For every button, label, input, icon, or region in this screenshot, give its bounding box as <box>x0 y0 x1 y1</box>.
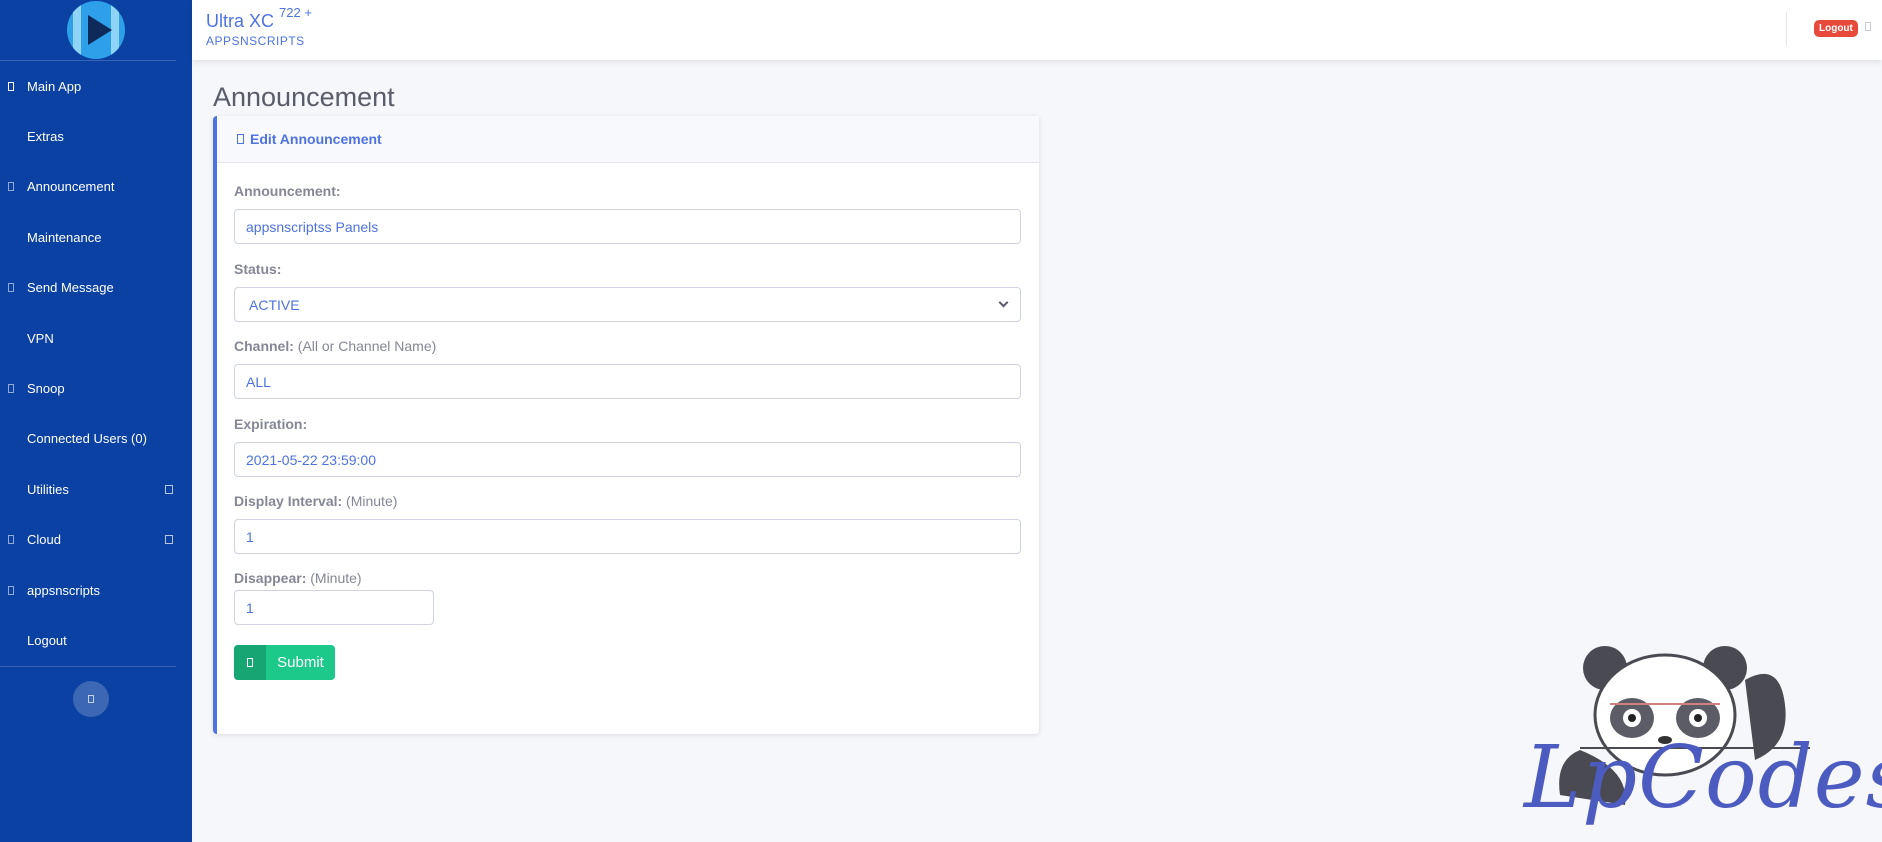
sidebar-item-extras[interactable]: Extras <box>0 111 192 161</box>
sidebar-item-utilities[interactable]: Utilities <box>0 464 192 514</box>
sidebar-nav: Main App Extras Announcement Maintenance… <box>0 61 192 666</box>
sidebar-item-label: Main App <box>27 78 82 94</box>
eye-icon <box>8 384 14 394</box>
sidebar-item-logout[interactable]: Logout <box>0 615 192 665</box>
app-version: 722 + <box>279 5 312 20</box>
list-icon <box>8 81 14 91</box>
sidebar-item-label: Utilities <box>27 481 69 497</box>
announcement-label: Announcement: <box>234 183 341 199</box>
status-label: Status: <box>234 261 281 277</box>
sidebar-item-maintenance[interactable]: Maintenance <box>0 212 192 262</box>
chevron-down-icon <box>998 297 1009 308</box>
sign-out-icon[interactable] <box>1865 22 1871 31</box>
disappear-label-text: Disappear: <box>234 570 307 586</box>
bullhorn-icon <box>8 182 14 192</box>
expiration-label: Expiration: <box>234 416 307 432</box>
announcement-input[interactable]: appsnscriptss Panels <box>234 209 1021 244</box>
sidebar-item-label: Connected Users (0) <box>27 431 147 447</box>
display-interval-label-text: Display Interval: <box>234 493 343 509</box>
channel-label-text: Channel: <box>234 338 294 354</box>
sidebar-item-announcement[interactable]: Announcement <box>0 162 192 212</box>
play-icon <box>88 15 112 45</box>
app-title[interactable]: Ultra XC 722 + <box>206 5 312 32</box>
chevron-right-icon <box>165 535 173 545</box>
edit-announcement-card: Edit Announcement Announcement: appsnscr… <box>213 116 1039 734</box>
disappear-label: Disappear: (Minute) <box>234 570 362 586</box>
topbar-divider <box>1786 12 1787 46</box>
sidebar-item-label: Maintenance <box>27 229 102 245</box>
sidebar-divider <box>0 665 176 667</box>
display-interval-input[interactable]: 1 <box>234 519 1021 554</box>
status-label-text: Status: <box>234 261 282 277</box>
announcement-label-text: Announcement: <box>234 183 341 199</box>
sidebar-toggle-button[interactable] <box>73 681 109 717</box>
sidebar-item-label: Cloud <box>27 532 61 548</box>
sidebar-item-cloud[interactable]: Cloud <box>0 515 192 565</box>
sidebar-item-label: appsnscripts <box>27 582 100 598</box>
sidebar-item-label: Extras <box>27 129 64 145</box>
expiration-input[interactable]: 2021-05-22 23:59:00 <box>234 442 1021 477</box>
display-interval-hint: (Minute) <box>346 493 398 509</box>
sidebar-item-vpn[interactable]: VPN <box>0 313 192 363</box>
display-interval-label: Display Interval: (Minute) <box>234 493 397 509</box>
sidebar-item-user[interactable]: appsnscripts <box>0 565 192 615</box>
sidebar: Main App Extras Announcement Maintenance… <box>0 0 192 842</box>
sidebar-item-connected-users[interactable]: Connected Users (0) <box>0 414 192 464</box>
status-select[interactable]: ACTIVE <box>234 287 1021 322</box>
chevron-right-icon <box>165 484 173 494</box>
disappear-input[interactable]: 1 <box>234 590 434 625</box>
logout-button[interactable]: Logout <box>1814 20 1858 37</box>
submit-button[interactable]: Submit <box>234 645 335 680</box>
channel-label: Channel: (All or Channel Name) <box>234 338 436 354</box>
sidebar-item-label: Announcement <box>27 179 115 195</box>
submit-label: Submit <box>277 654 324 671</box>
disappear-hint: (Minute) <box>310 570 362 586</box>
channel-hint: (All or Channel Name) <box>297 338 437 354</box>
message-icon <box>8 283 14 293</box>
edit-icon <box>237 134 244 144</box>
channel-input[interactable]: ALL <box>234 364 1021 399</box>
card-title: Edit Announcement <box>250 131 382 147</box>
cloud-icon <box>8 535 14 545</box>
sidebar-item-send-message[interactable]: Send Message <box>0 263 192 313</box>
sidebar-item-snoop[interactable]: Snoop <box>0 363 192 413</box>
sidebar-item-label: Logout <box>27 632 67 648</box>
sidebar-item-main-app[interactable]: Main App <box>0 61 192 111</box>
chevron-left-icon <box>88 695 94 703</box>
sidebar-item-label: Snoop <box>27 381 65 397</box>
app-subtitle: APPSNSCRIPTS <box>206 34 305 48</box>
check-icon <box>234 645 266 680</box>
sidebar-item-label: Send Message <box>27 280 114 296</box>
app-name: Ultra XC <box>206 11 275 31</box>
card-header: Edit Announcement <box>217 116 1039 163</box>
sidebar-item-label: VPN <box>27 330 54 346</box>
expiration-label-text: Expiration: <box>234 416 308 432</box>
brand[interactable] <box>0 0 176 61</box>
status-selected-value: ACTIVE <box>249 296 300 313</box>
watermark-text: LpCodes <box>1524 728 1882 828</box>
user-icon <box>8 585 14 595</box>
app-logo <box>67 1 125 59</box>
page-title: Announcement <box>213 82 395 112</box>
topbar: Ultra XC 722 + APPSNSCRIPTS Logout <box>192 0 1882 60</box>
